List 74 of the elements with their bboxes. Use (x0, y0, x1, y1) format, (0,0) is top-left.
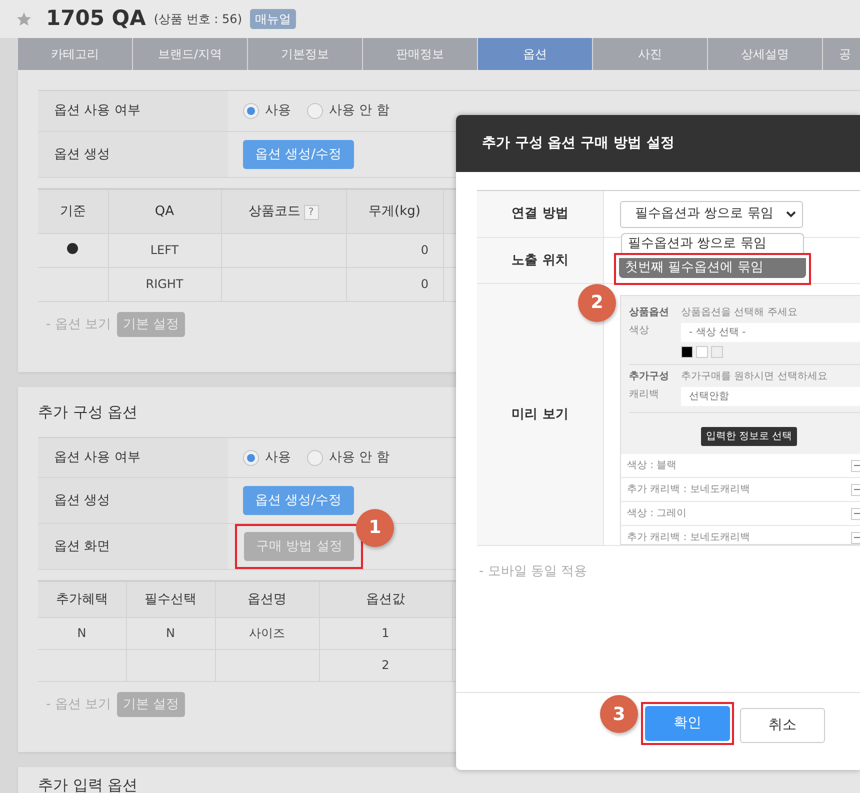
table-cell: 0 (346, 233, 443, 267)
table-cell: 2 (319, 649, 452, 681)
create-option-button[interactable]: 옵션 생성/수정 (243, 140, 354, 170)
radio-option[interactable]: 사용 (243, 101, 291, 121)
manual-badge: 매뉴얼 (250, 9, 296, 29)
step-number-marker: 1 (356, 508, 394, 547)
table-cell: LEFT (108, 233, 221, 267)
preview-text: 추가 캐리백 : 보네도캐리백 (627, 531, 750, 544)
preview-text: 색상 : 그레이 (627, 507, 687, 521)
form-label: 옵션 화면 (38, 524, 228, 569)
preview-text: 색상 (629, 324, 650, 338)
column-header: 기준 (38, 189, 108, 233)
tab[interactable]: 브랜드/지역 (133, 38, 248, 70)
minus-icon (851, 532, 860, 544)
default-setting-button[interactable]: 기본 설정 (116, 692, 186, 717)
form-label: 옵션 생성 (38, 478, 228, 523)
table-cell: 1 (319, 617, 452, 649)
column-header: 필수선택 (126, 581, 215, 617)
tab[interactable]: 상세설명 (708, 38, 823, 70)
preview-text: 색상 : 블랙 (627, 459, 677, 473)
preview-field: - 색상 선택 - (681, 323, 860, 342)
form-label: 옵션 사용 여부 (38, 91, 228, 131)
table-cell: 사이즈 (215, 617, 319, 649)
dropdown-option[interactable]: 필수옵션과 쌍으로 묶임 (621, 232, 804, 252)
product-number: (상품 번호 : 56) (154, 11, 242, 28)
table-cell: RIGHT (108, 267, 221, 301)
tab[interactable]: 판매정보 (363, 38, 478, 70)
tab[interactable]: 옵션 (478, 38, 593, 70)
column-header: 상품코드 (248, 204, 300, 218)
step-number-marker: 3 (600, 695, 638, 733)
default-setting-button[interactable]: 기본 설정 (116, 312, 186, 337)
cancel-button[interactable]: 취소 (740, 708, 825, 743)
form-label: 연결 방법 (477, 191, 604, 237)
form-label: 옵션 생성 (38, 132, 228, 177)
radio-option[interactable]: 사용 (243, 448, 291, 468)
star-icon[interactable] (16, 11, 32, 27)
purchase-method-button[interactable]: 구매 방법 설정 (244, 532, 354, 562)
table-cell: 0 (346, 267, 443, 301)
table-cell: N (126, 617, 215, 649)
radio-option[interactable]: 사용 안 함 (307, 101, 390, 121)
option-view-label: - 옵션 보기 (46, 696, 111, 714)
create-option-button[interactable]: 옵션 생성/수정 (243, 486, 354, 516)
preview-text: 상품옵션 (629, 306, 670, 320)
minus-icon (851, 460, 860, 472)
tab[interactable]: 사진 (593, 38, 708, 70)
column-header: QA (108, 189, 221, 233)
confirm-button[interactable]: 확인 (645, 706, 730, 741)
minus-icon (851, 508, 860, 520)
tab[interactable]: 공 (823, 38, 860, 70)
mobile-apply-label: - 모바일 동일 적용 (479, 563, 588, 581)
preview-text: 추가구성 (629, 370, 670, 384)
column-header: 옵션값 (319, 581, 452, 617)
form-label: 노출 위치 (477, 238, 604, 283)
preview-field: 선택안함 (681, 387, 860, 406)
option-view-label: - 옵션 보기 (46, 316, 111, 334)
modal-title: 추가 구성 옵션 구매 방법 설정 (456, 115, 860, 172)
preview-text: 상품옵션을 선택해 주세요 (681, 306, 798, 320)
section-title: 추가 입력 옵션 (38, 775, 138, 793)
column-header: 옵션명 (215, 581, 319, 617)
help-icon[interactable]: ? (304, 204, 318, 220)
column-header: 추가혜택 (38, 581, 126, 617)
dropdown-option[interactable]: 첫번째 필수옵션에 묶임 (619, 258, 806, 278)
tab[interactable]: 카테고리 (18, 38, 133, 70)
preview-text: 추가구매를 원하시면 선택하세요 (681, 370, 828, 384)
column-header: 무게(kg) (346, 189, 443, 233)
preview-text: 추가 캐리백 : 보네도캐리백 (627, 483, 750, 497)
section-title: 추가 구성 옵션 (38, 402, 138, 423)
table-cell: N (38, 617, 126, 649)
minus-icon (851, 484, 860, 496)
tab[interactable]: 기본정보 (248, 38, 363, 70)
product-title: 1705 QA (46, 5, 146, 32)
form-label: 옵션 사용 여부 (38, 438, 228, 477)
preview-text: 캐리백 (629, 388, 660, 402)
radio-option[interactable]: 사용 안 함 (307, 448, 390, 468)
